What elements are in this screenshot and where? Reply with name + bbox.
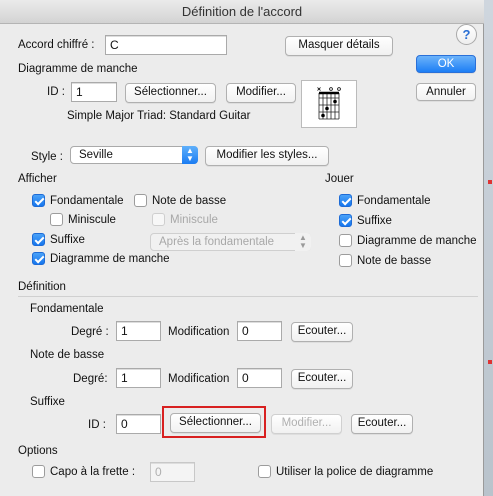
use-diagram-font-label: Utiliser la police de diagramme bbox=[276, 466, 434, 478]
show-minuscule-label: Miniscule bbox=[68, 214, 116, 226]
hide-details-button[interactable]: Masquer détails bbox=[285, 36, 393, 56]
show-suffix-checkbox[interactable] bbox=[32, 233, 45, 246]
capo-label: Capo à la frette : bbox=[50, 466, 136, 478]
cancel-button[interactable]: Annuler bbox=[416, 83, 476, 101]
modify-styles-button[interactable]: Modifier les styles... bbox=[205, 146, 329, 166]
bass-minuscule-checkbox[interactable] bbox=[152, 213, 165, 226]
show-fret-diagram-label: Diagramme de manche bbox=[50, 253, 170, 265]
show-bass-note-checkbox[interactable] bbox=[134, 194, 147, 207]
show-minuscule-checkbox[interactable] bbox=[50, 213, 63, 226]
fret-diagram-section-label: Diagramme de manche bbox=[18, 63, 138, 75]
guitar-chord-diagram-icon bbox=[317, 87, 341, 120]
show-fret-diagram-checkbox[interactable] bbox=[32, 252, 45, 265]
chord-symbol-input[interactable]: C bbox=[105, 35, 227, 55]
play-fret-diagram-checkbox[interactable] bbox=[339, 234, 352, 247]
play-section-label: Jouer bbox=[325, 173, 354, 185]
definition-separator bbox=[18, 296, 478, 297]
show-section-label: Afficher bbox=[18, 173, 57, 185]
window-title: Définition de l'accord bbox=[0, 0, 484, 24]
bass-degree-label: Degré: bbox=[73, 373, 108, 385]
capo-fret-input[interactable]: 0 bbox=[150, 462, 195, 482]
chord-symbol-label: Accord chiffré : bbox=[18, 39, 95, 51]
play-suffix-checkbox[interactable] bbox=[339, 214, 352, 227]
background-marker bbox=[488, 180, 492, 184]
fret-diagram-modify-button[interactable]: Modifier... bbox=[226, 83, 296, 103]
fret-diagram-id-input[interactable]: 1 bbox=[71, 82, 117, 102]
style-select-value: Seville bbox=[79, 149, 113, 161]
annotation-highlight-box bbox=[162, 406, 266, 438]
play-fundamental-checkbox[interactable] bbox=[339, 194, 352, 207]
chord-definition-dialog: Définition de l'accord Accord chiffré : … bbox=[0, 0, 484, 496]
suffix-id-label: ID : bbox=[88, 419, 106, 431]
chord-diagram-preview bbox=[301, 80, 357, 128]
use-diagram-font-checkbox[interactable] bbox=[258, 465, 271, 478]
suffix-modify-button[interactable]: Modifier... bbox=[271, 414, 342, 434]
fundamental-modification-label: Modification bbox=[168, 326, 230, 338]
fret-diagram-description: Simple Major Triad: Standard Guitar bbox=[67, 110, 251, 122]
background-window-edge bbox=[483, 0, 493, 496]
bass-listen-button[interactable]: Ecouter... bbox=[291, 369, 353, 389]
show-bass-note-label: Note de basse bbox=[152, 195, 227, 207]
fundamental-modification-input[interactable]: 0 bbox=[237, 321, 282, 341]
fundamental-listen-button[interactable]: Ecouter... bbox=[291, 322, 353, 342]
bass-note-heading: Note de basse bbox=[30, 349, 105, 361]
fundamental-degree-label: Degré : bbox=[71, 326, 109, 338]
show-suffix-label: Suffixe bbox=[50, 234, 85, 246]
style-label: Style : bbox=[31, 151, 63, 163]
style-select[interactable]: Seville ▲ ▼ bbox=[70, 146, 198, 164]
show-fundamental-checkbox[interactable] bbox=[32, 194, 45, 207]
background-marker bbox=[488, 360, 492, 364]
fundamental-heading: Fondamentale bbox=[30, 303, 104, 315]
fret-diagram-select-button[interactable]: Sélectionner... bbox=[125, 83, 216, 103]
ok-button[interactable]: OK bbox=[416, 55, 476, 73]
updown-arrows-icon: ▲ ▼ bbox=[295, 233, 311, 251]
bass-modification-label: Modification bbox=[168, 373, 230, 385]
updown-arrows-icon: ▲ ▼ bbox=[182, 146, 198, 164]
suffix-listen-button[interactable]: Ecouter... bbox=[351, 414, 413, 434]
suffix-heading: Suffixe bbox=[30, 396, 65, 408]
bass-minuscule-label: Miniscule bbox=[170, 214, 218, 226]
fret-diagram-id-label: ID : bbox=[47, 86, 65, 98]
show-fundamental-label: Fondamentale bbox=[50, 195, 124, 207]
play-fundamental-label: Fondamentale bbox=[357, 195, 431, 207]
options-section-label: Options bbox=[18, 445, 58, 457]
play-suffix-label: Suffixe bbox=[357, 215, 392, 227]
suffix-position-value: Après la fondamentale bbox=[159, 236, 275, 248]
definition-section-label: Définition bbox=[18, 281, 66, 293]
bass-degree-input[interactable]: 1 bbox=[116, 368, 161, 388]
play-bass-note-label: Note de basse bbox=[357, 255, 432, 267]
suffix-position-select[interactable]: Après la fondamentale ▲ ▼ bbox=[150, 233, 311, 251]
bass-modification-input[interactable]: 0 bbox=[237, 368, 282, 388]
play-bass-note-checkbox[interactable] bbox=[339, 254, 352, 267]
capo-checkbox[interactable] bbox=[32, 465, 45, 478]
help-icon[interactable]: ? bbox=[456, 24, 477, 45]
suffix-id-input[interactable]: 0 bbox=[116, 414, 161, 434]
fundamental-degree-input[interactable]: 1 bbox=[116, 321, 161, 341]
play-fret-diagram-label: Diagramme de manche bbox=[357, 235, 477, 247]
